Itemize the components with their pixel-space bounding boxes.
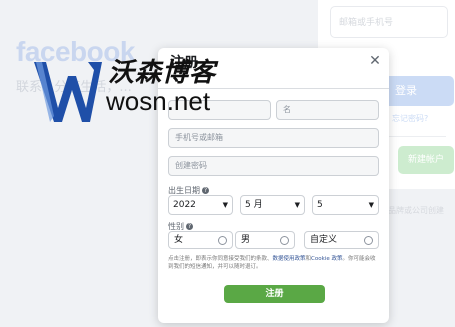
terms-text: 点击注册，即表示你同意接受我们的条款、数据使用政策和Cookie 政策。你可能会… [168, 256, 376, 270]
forgot-password-link[interactable]: 忘记密码? [392, 113, 428, 124]
gender-female-radio[interactable]: 女 [168, 231, 233, 249]
radio-circle-icon [218, 236, 227, 245]
watermark-url: wosn.net [106, 86, 211, 116]
chevron-down-icon: ▼ [368, 201, 374, 209]
watermark-w-logo-icon [34, 62, 102, 122]
day-select[interactable]: 5 ▼ [312, 195, 379, 215]
close-icon[interactable]: ✕ [366, 52, 384, 70]
gender-male-radio[interactable]: 男 [235, 231, 295, 249]
chevron-down-icon: ▼ [294, 201, 300, 209]
password-input[interactable]: 创建密码 [168, 156, 379, 176]
login-contact-input[interactable]: 邮箱或手机号 [330, 6, 448, 38]
chevron-down-icon: ▼ [222, 201, 228, 209]
radio-circle-icon [280, 236, 289, 245]
first-name-input[interactable]: 名 [276, 100, 379, 120]
month-select[interactable]: 5 月 ▼ [240, 195, 305, 215]
create-page-link[interactable]: 品牌或公司创建 [388, 205, 444, 216]
year-select[interactable]: 2022 ▼ [168, 195, 233, 215]
watermark-name: 沃森博客 [108, 58, 217, 88]
gender-custom-radio[interactable]: 自定义 [304, 231, 379, 249]
signup-button[interactable]: 注册 [224, 285, 325, 303]
cookie-policy-link[interactable]: Cookie 政策 [311, 256, 342, 262]
contact-input[interactable]: 手机号或邮箱 [168, 128, 379, 148]
data-policy-link[interactable]: 数据使用政策 [273, 256, 306, 262]
help-icon[interactable]: ? [202, 187, 209, 194]
help-icon[interactable]: ? [186, 223, 193, 230]
create-account-button[interactable]: 新建帐户 [398, 146, 454, 174]
radio-circle-icon [364, 236, 373, 245]
